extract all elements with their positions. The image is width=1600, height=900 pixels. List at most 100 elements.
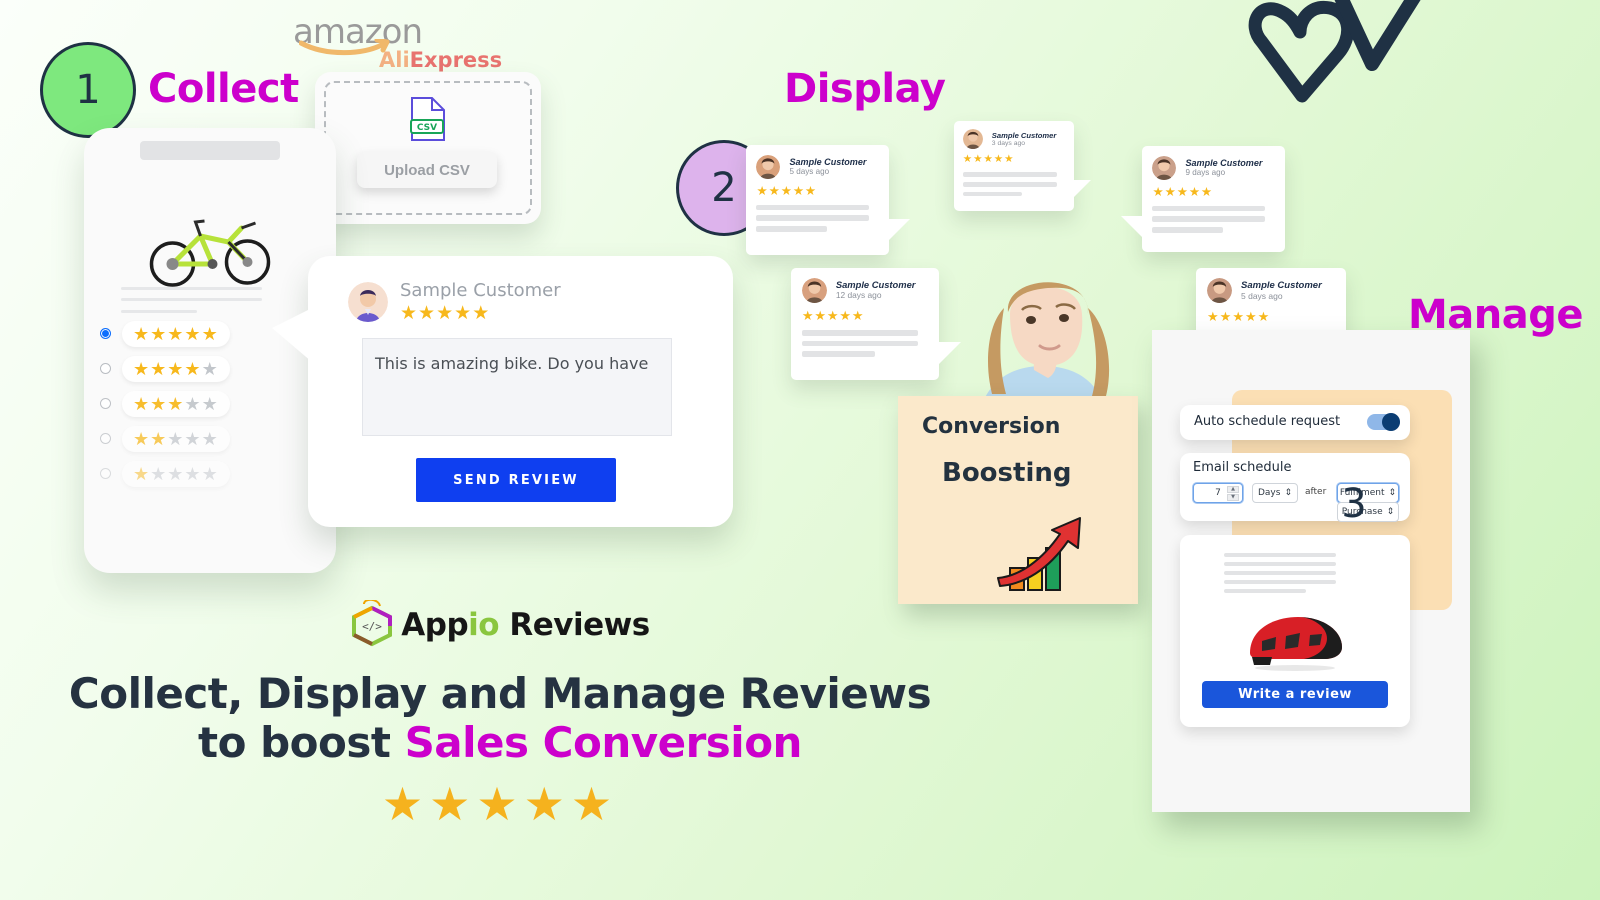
star-icon: ★	[768, 184, 781, 199]
amazon-logo: amazon	[293, 12, 423, 56]
star-icon: ★	[150, 393, 168, 414]
review-author-name: Sample Customer	[991, 131, 1057, 140]
reviewer-identity: Sample Customer ★★★★★	[348, 280, 561, 323]
review-body-placeholder	[801, 329, 928, 358]
review-body-placeholder	[1152, 205, 1274, 233]
review-text-input[interactable]	[362, 338, 672, 436]
step-label-display: Display	[784, 66, 946, 112]
review-body-placeholder	[756, 204, 878, 232]
send-review-button[interactable]: SEND REVIEW	[416, 458, 616, 502]
auto-schedule-label: Auto schedule request	[1194, 414, 1341, 429]
star-icon: ★	[167, 428, 185, 449]
rating-stars[interactable]: ★★★★★	[122, 390, 230, 417]
star-icon: ★	[150, 323, 168, 344]
review-meta: Sample Customer 9 days ago	[1185, 158, 1262, 177]
logo-wordmark: Appio Reviews	[401, 607, 650, 643]
review-bubble: Sample Customer 9 days ago ★★★★★	[1121, 146, 1285, 252]
review-meta: Sample Customer 5 days ago	[1241, 280, 1322, 301]
star-icon: ★	[184, 393, 202, 414]
email-schedule-label: Email schedule	[1193, 460, 1292, 475]
avatar	[801, 277, 827, 303]
rating-radio[interactable]	[100, 363, 111, 374]
avatar	[1152, 155, 1177, 180]
star-icon: ★	[1188, 185, 1201, 200]
star-icon: ★	[184, 428, 202, 449]
upload-csv-button[interactable]: Upload CSV	[357, 152, 497, 188]
schedule-amount-stepper[interactable]: 7 ▲ ▼	[1193, 483, 1243, 503]
star-icon: ★	[167, 323, 185, 344]
review-meta: Sample Customer 5 days ago	[789, 157, 866, 176]
auto-schedule-card: Auto schedule request	[1180, 405, 1410, 440]
star-icon: ★	[1232, 309, 1245, 324]
footer-branding: </> Appio Reviews Collect, Display and M…	[0, 600, 1000, 831]
review-meta: Sample Customer 3 days ago	[992, 131, 1057, 147]
rating-stars[interactable]: ★★★★★	[122, 425, 230, 452]
star-icon: ★	[1244, 309, 1258, 324]
star-icon: ★	[1152, 185, 1165, 200]
star-icon: ★	[1219, 309, 1233, 324]
logo-prefix: App	[401, 607, 469, 643]
review-bubble: Sample Customer 3 days ago ★★★★★	[954, 121, 1091, 211]
step-badge-1: 1	[40, 42, 136, 138]
headline-accent: Sales Conversion	[404, 717, 803, 767]
toggle-knob	[1382, 413, 1400, 431]
headline-line-2: to boost Sales Conversion	[0, 717, 1000, 768]
csv-file-icon: CSV	[410, 97, 445, 141]
review-author: Sample Customer 3 days ago	[962, 129, 1065, 149]
star-icon: ★	[184, 463, 202, 484]
star-icon: ★	[167, 393, 185, 414]
email-body-placeholder	[1224, 553, 1336, 593]
rating-radio[interactable]	[100, 433, 111, 444]
review-bubble: Sample Customer 5 days ago ★★★★★	[746, 145, 910, 255]
star-icon: ★	[472, 303, 491, 324]
conversion-boosting-card: Conversion Boosting	[898, 396, 1138, 604]
star-icon: ★	[983, 153, 994, 165]
star-icon: ★	[839, 307, 852, 323]
bike-product-image	[143, 202, 278, 292]
headline-line-1: Collect, Display and Manage Reviews	[68, 669, 932, 718]
review-timestamp: 9 days ago	[1185, 168, 1226, 178]
review-form-bubble: Sample Customer ★★★★★ SEND REVIEW	[272, 256, 733, 527]
rating-stars[interactable]: ★★★★★	[122, 460, 230, 487]
stepper-arrows[interactable]: ▲ ▼	[1227, 486, 1239, 501]
manage-panel: Auto schedule request Email schedule 7 ▲…	[1152, 330, 1470, 812]
conversion-line-1: Conversion	[922, 414, 1061, 439]
star-icon: ★	[418, 303, 437, 324]
star-icon: ★	[436, 303, 455, 324]
star-icon: ★	[201, 428, 219, 449]
growth-chart-arrow-icon	[997, 517, 1081, 591]
rating-radio[interactable]	[100, 328, 111, 339]
helmet-product-image	[1242, 613, 1348, 676]
step-label-collect: Collect	[148, 66, 299, 112]
rating-stars[interactable]: ★★★★★	[122, 355, 230, 382]
review-timestamp: 12 days ago	[835, 290, 882, 301]
auto-schedule-toggle[interactable]	[1367, 413, 1400, 431]
star-icon: ★	[150, 358, 168, 379]
rating-option-2-star[interactable]: ★★★★★	[94, 422, 324, 455]
rating-radio[interactable]	[100, 398, 111, 409]
star-icon: ★	[851, 307, 865, 323]
rating-radio[interactable]	[100, 468, 111, 479]
star-icon: ★	[133, 393, 151, 414]
star-icon: ★	[792, 184, 805, 199]
heart-check-doodle	[1248, 0, 1421, 103]
star-icon: ★	[184, 323, 202, 344]
rating-option-3-star[interactable]: ★★★★★	[94, 387, 324, 420]
review-rating-stars: ★★★★★	[963, 153, 1065, 165]
write-a-review-button[interactable]: Write a review	[1202, 681, 1388, 708]
star-icon: ★	[133, 463, 151, 484]
svg-text:</>: </>	[362, 620, 382, 633]
star-icon: ★	[973, 153, 984, 165]
avatar	[756, 154, 781, 179]
star-icon: ★	[150, 463, 168, 484]
svg-text:CSV: CSV	[417, 123, 437, 133]
review-author: Sample Customer 9 days ago	[1152, 155, 1274, 180]
schedule-unit-select[interactable]: Days ⇕	[1252, 483, 1298, 503]
aliexpress-logo: AliExpress	[379, 48, 503, 72]
reviewer-name: Sample Customer	[400, 280, 561, 301]
email-preview-card: Write a review	[1180, 535, 1410, 727]
rating-option-1-star[interactable]: ★★★★★	[94, 457, 324, 490]
appio-hex-logo-icon: </>	[352, 600, 393, 647]
rating-stars[interactable]: ★★★★★	[122, 320, 230, 347]
review-author: Sample Customer 12 days ago	[801, 277, 928, 303]
